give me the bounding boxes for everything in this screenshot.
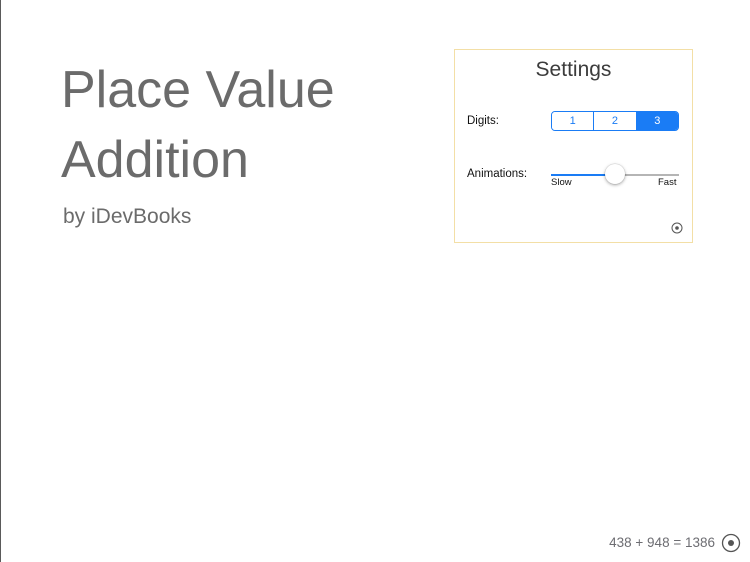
digits-option-1[interactable]: 1 <box>552 112 594 130</box>
digits-label: Digits: <box>467 115 499 127</box>
digits-option-2[interactable]: 2 <box>593 112 636 130</box>
animations-label: Animations: <box>467 168 528 180</box>
app-title-line-2: Addition <box>61 131 249 189</box>
settings-panel: Settings Digits: 1 2 3 Animations: Slow … <box>454 49 693 243</box>
info-circle-icon[interactable] <box>671 222 683 234</box>
slider-thumb[interactable] <box>605 164 625 184</box>
slider-min-label: Slow <box>551 177 572 188</box>
slider-max-label: Fast <box>658 177 677 188</box>
settings-title: Settings <box>535 58 612 81</box>
screen-left-edge <box>0 0 1 562</box>
app-byline: by iDevBooks <box>63 205 192 228</box>
info-circle-icon[interactable] <box>721 533 741 553</box>
digits-option-3[interactable]: 3 <box>635 112 678 130</box>
equation-display: 438 + 948 = 1386 <box>609 535 715 550</box>
digits-segmented-control: 1 2 3 <box>551 111 679 131</box>
app-title-line-1: Place Value <box>61 61 335 119</box>
